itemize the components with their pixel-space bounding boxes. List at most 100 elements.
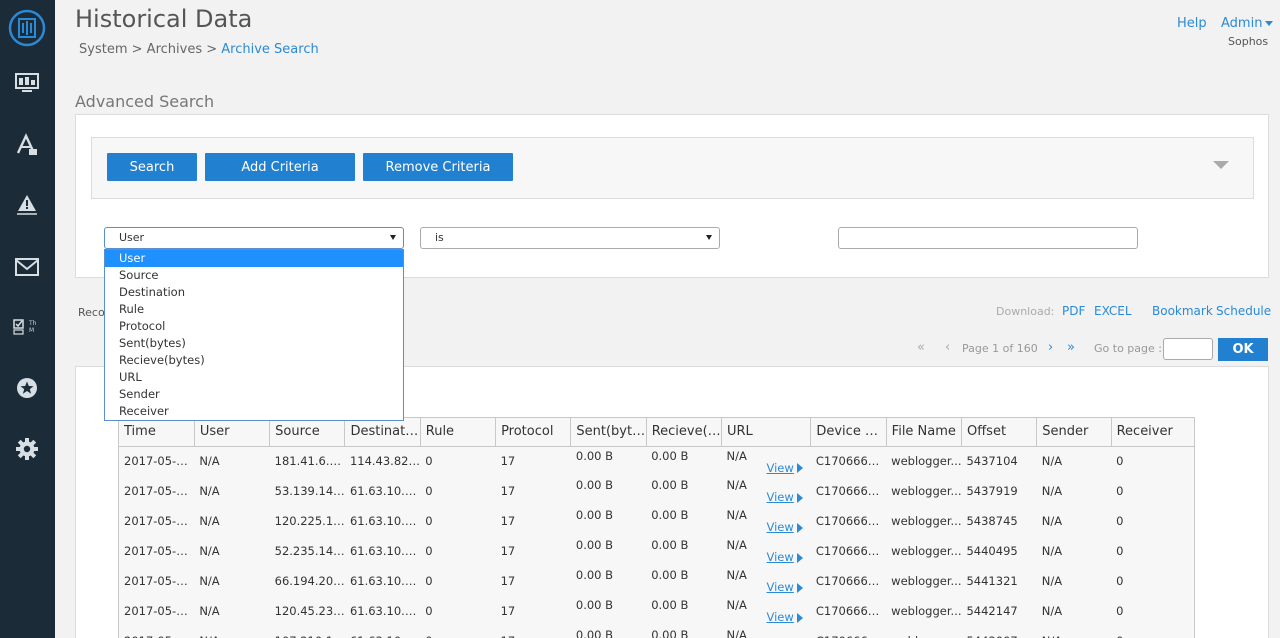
breadcrumb-system[interactable]: System bbox=[79, 42, 127, 57]
criteria-value-input[interactable] bbox=[838, 227, 1138, 249]
table-cell: 107.210.12... bbox=[270, 626, 345, 638]
table-cell: weblogger... bbox=[891, 544, 962, 558]
dropdown-option[interactable]: Receiver bbox=[105, 403, 403, 420]
gear-icon[interactable] bbox=[13, 435, 41, 463]
dropdown-option[interactable]: User bbox=[105, 250, 403, 267]
breadcrumb-separator: > bbox=[206, 42, 218, 57]
table-cell: 61.63.10.22... bbox=[345, 626, 420, 638]
dropdown-option[interactable]: Sender bbox=[105, 386, 403, 403]
remove-criteria-button[interactable]: Remove Criteria bbox=[363, 153, 513, 181]
dropdown-option[interactable]: URL bbox=[105, 369, 403, 386]
table-cell: weblogger... bbox=[891, 514, 962, 528]
excel-link[interactable]: EXCEL bbox=[1094, 304, 1132, 318]
collapse-caret-icon[interactable] bbox=[1213, 161, 1229, 169]
column-header[interactable]: Device N... bbox=[810, 418, 887, 447]
dropdown-option[interactable]: Recieve(bytes) bbox=[105, 352, 403, 369]
table-row[interactable]: 2017-05-12...N/A107.210.12...61.63.10.22… bbox=[119, 626, 1194, 638]
field-select[interactable]: User bbox=[104, 227, 404, 249]
advanced-search-title: Advanced Search bbox=[75, 92, 215, 111]
table-row[interactable]: 2017-05-12... N/A 120.45.234... 61.63.10.22… bbox=[119, 596, 1194, 626]
table-cell: 5442147 bbox=[966, 604, 1018, 618]
table-cell: 0.00 B bbox=[575, 508, 614, 522]
column-header[interactable]: User bbox=[194, 418, 271, 447]
results-table-wrap: Time User Source Destinati... Rule Protocol Se… bbox=[118, 417, 1195, 638]
dropdown-option[interactable]: Destination bbox=[105, 284, 403, 301]
column-header[interactable]: Rule bbox=[420, 418, 497, 447]
view-label: View bbox=[766, 550, 794, 564]
schedule-link[interactable]: Schedule bbox=[1216, 304, 1271, 318]
view-link[interactable]: View bbox=[767, 490, 803, 504]
star-icon[interactable] bbox=[13, 374, 41, 402]
pdf-link[interactable]: PDF bbox=[1062, 304, 1085, 318]
last-page-icon[interactable]: » bbox=[1067, 340, 1075, 355]
first-page-icon[interactable]: « bbox=[917, 340, 925, 355]
table-cell: N/A bbox=[199, 544, 220, 558]
table-cell: 2017-05-12... bbox=[124, 604, 195, 618]
column-header[interactable]: Receiver bbox=[1111, 418, 1194, 447]
dropdown-option[interactable]: Sent(bytes) bbox=[105, 335, 403, 352]
table-cell: N/A View bbox=[722, 506, 811, 536]
dropdown-option[interactable]: Rule bbox=[105, 301, 403, 318]
view-link[interactable]: View bbox=[767, 580, 803, 594]
search-button[interactable]: Search bbox=[107, 153, 197, 181]
column-header[interactable]: Time bbox=[119, 418, 195, 447]
dropdown-option[interactable]: Protocol bbox=[105, 318, 403, 335]
table-cell: N/A View bbox=[722, 476, 811, 506]
checklist-icon[interactable] bbox=[12, 313, 28, 341]
table-row[interactable]: 2017-05-12... N/A 53.139.14.2... 61.63.10.2… bbox=[119, 476, 1194, 506]
table-cell: 17 bbox=[500, 484, 516, 498]
column-header[interactable]: File Name bbox=[886, 418, 962, 447]
analyze-icon[interactable] bbox=[13, 131, 41, 159]
add-criteria-button[interactable]: Add Criteria bbox=[205, 153, 355, 181]
next-page-icon[interactable]: › bbox=[1048, 340, 1053, 355]
download-label: Download: bbox=[996, 305, 1055, 318]
table-cell: N/A bbox=[1041, 514, 1063, 528]
column-header[interactable]: Sent(byte... bbox=[570, 418, 647, 447]
column-header[interactable]: Offset bbox=[961, 418, 1038, 447]
table-cell: 61.63.10.22... bbox=[349, 484, 420, 498]
bookmark-link[interactable]: Bookmark bbox=[1152, 304, 1213, 318]
table-cell: 2017-05-12... bbox=[124, 454, 195, 469]
logo-icon[interactable] bbox=[8, 9, 46, 47]
breadcrumb-archive-search[interactable]: Archive Search bbox=[221, 42, 318, 57]
dropdown-option[interactable]: Source bbox=[105, 267, 403, 284]
goto-ok-button[interactable]: OK bbox=[1218, 338, 1268, 361]
alert-icon[interactable] bbox=[13, 190, 41, 218]
table-row[interactable]: 2017-05-12... N/A 66.194.201... 61.63.10.22… bbox=[119, 566, 1194, 596]
mail-icon[interactable] bbox=[13, 253, 41, 281]
breadcrumb: System > Archives > Archive Search bbox=[79, 42, 319, 57]
table-cell: 0 bbox=[1116, 574, 1124, 588]
table-cell: 2017-05-12... bbox=[124, 544, 195, 558]
table-cell: N/A bbox=[1041, 544, 1063, 558]
column-header[interactable]: Recieve(b... bbox=[646, 418, 723, 447]
table-cell: 0 bbox=[1116, 514, 1124, 528]
table-body: 2017-05-12...N/A181.41.6.20...114.43.82.… bbox=[119, 446, 1194, 638]
table-cell: 61.63.10.22... bbox=[349, 544, 420, 558]
column-header[interactable]: Source bbox=[269, 418, 346, 447]
view-link[interactable]: View bbox=[767, 461, 803, 475]
operator-select[interactable]: is bbox=[420, 227, 720, 249]
monitor-icon[interactable] bbox=[13, 69, 41, 97]
table-cell: N/A bbox=[199, 514, 220, 528]
view-link[interactable]: View bbox=[767, 610, 803, 624]
table-cell: N/A View bbox=[722, 566, 811, 596]
column-header[interactable]: URL bbox=[721, 418, 812, 447]
table-cell: 0 bbox=[1111, 626, 1194, 638]
table-row[interactable]: 2017-05-12... N/A 52.235.149... 61.63.10.22… bbox=[119, 536, 1194, 566]
admin-menu[interactable]: Admin bbox=[1221, 16, 1274, 31]
prev-page-icon[interactable]: ‹ bbox=[945, 340, 950, 355]
view-link[interactable]: View bbox=[767, 550, 803, 564]
page-title: Historical Data bbox=[75, 5, 253, 33]
column-header[interactable]: Protocol bbox=[495, 418, 572, 447]
help-link[interactable]: Help bbox=[1177, 16, 1207, 31]
table-cell: C170666M... bbox=[815, 454, 887, 469]
breadcrumb-archives[interactable]: Archives bbox=[147, 42, 202, 57]
view-link[interactable]: View bbox=[767, 520, 803, 534]
table-cell: 0.00 B bbox=[575, 568, 614, 582]
table-row[interactable]: 2017-05-12... N/A 120.225.18... 61.63.10.22… bbox=[119, 506, 1194, 536]
column-header[interactable]: Sender bbox=[1036, 418, 1112, 447]
column-header[interactable]: Destinati... bbox=[344, 418, 421, 447]
goto-page-input[interactable] bbox=[1163, 338, 1213, 360]
table-row[interactable]: 2017-05-12... N/A 181.41.6.20... 114.43.82.… bbox=[119, 446, 1194, 476]
records-label: Reco bbox=[78, 306, 105, 319]
